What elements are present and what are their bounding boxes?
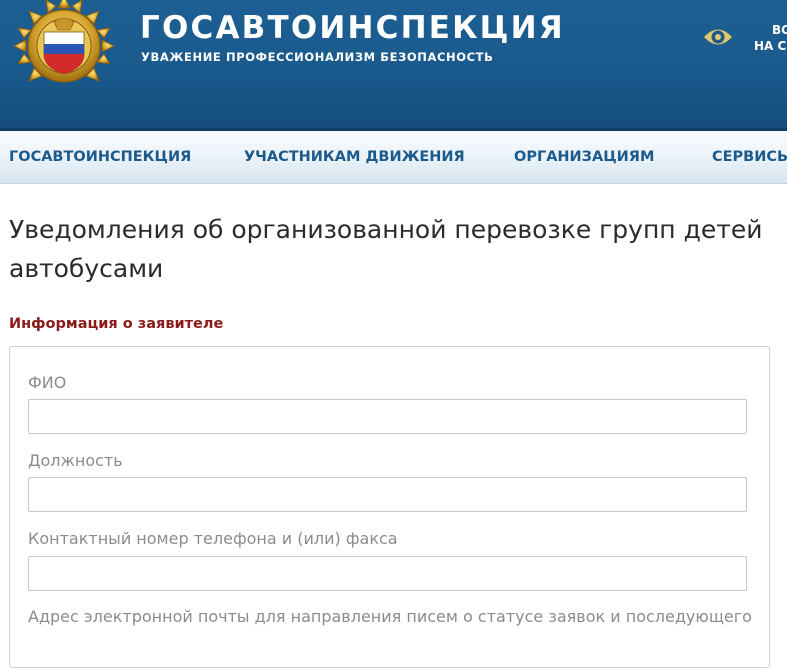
phone-input[interactable] [28, 556, 747, 591]
section-title-applicant-info: Информация о заявителе [9, 316, 224, 332]
gibdd-emblem-icon[interactable] [6, 0, 124, 94]
vision-mode-link[interactable]: ВО НА С [754, 22, 787, 54]
page-title: Уведомления об организованной перевозке … [9, 215, 763, 283]
brand-title[interactable]: ГОСАВТОИНСПЕКЦИЯ [140, 10, 565, 46]
nav-item-organizations[interactable]: ОРГАНИЗАЦИЯМ [514, 149, 654, 165]
field-label-fio: ФИО [28, 373, 67, 392]
field-label-position: Должность [28, 451, 123, 470]
eye-icon[interactable] [703, 26, 733, 48]
nav-item-services[interactable]: СЕРВИСЫ [712, 149, 787, 165]
site-header: ГОСАВТОИНСПЕКЦИЯ УВАЖЕНИЕ ПРОФЕССИОНАЛИЗ… [0, 0, 787, 131]
brand-tagline: УВАЖЕНИЕ ПРОФЕССИОНАЛИЗМ БЕЗОПАСНОСТЬ [141, 50, 494, 64]
field-label-phone: Контактный номер телефона и (или) факса [28, 529, 398, 548]
fio-input[interactable] [28, 399, 747, 434]
field-label-email: Адрес электронной почты для направления … [28, 607, 752, 626]
nav-item-gosavtoinspektsiya[interactable]: ГОСАВТОИНСПЕКЦИЯ [9, 149, 191, 165]
vision-mode-line2: НА С [754, 39, 787, 53]
main-nav: ГОСАВТОИНСПЕКЦИЯ УЧАСТНИКАМ ДВИЖЕНИЯ ОРГ… [0, 131, 787, 184]
vision-mode-line1: ВО [772, 23, 787, 37]
nav-item-road-users[interactable]: УЧАСТНИКАМ ДВИЖЕНИЯ [244, 149, 465, 165]
position-input[interactable] [28, 477, 747, 512]
